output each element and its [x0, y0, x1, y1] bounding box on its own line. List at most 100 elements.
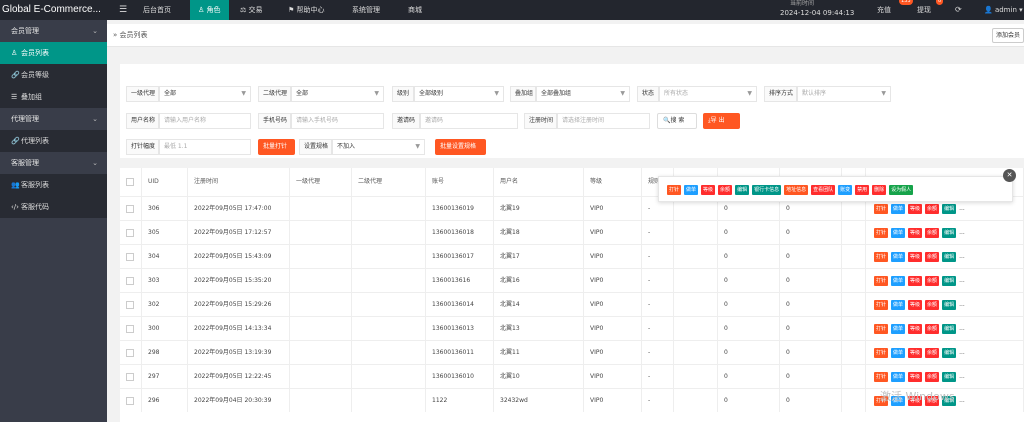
topnav-item-0[interactable]: 后台首页	[135, 0, 179, 20]
row-action-button[interactable]: 等级	[908, 299, 923, 310]
sidebar-item-1-0[interactable]: 🔗代理列表	[0, 130, 107, 152]
sidebar-item-0-0[interactable]: ♙ 会员列表	[0, 42, 107, 64]
row-action-button[interactable]: 打针	[874, 275, 889, 286]
more-actions-icon[interactable]: ...	[959, 205, 965, 212]
sidebar-group-2[interactable]: 客服管理 ⌄	[0, 152, 107, 174]
row-action-button[interactable]: 等级	[908, 227, 923, 238]
sidebar-item-0-2[interactable]: ☰ 叠加组	[0, 86, 107, 108]
level-select[interactable]: 全部级别 ▼	[414, 86, 504, 102]
row-action-button[interactable]: 余额	[925, 227, 940, 238]
row-action-button[interactable]: 编辑	[942, 275, 957, 286]
topnav-item-1[interactable]: ♙ 角色	[190, 0, 229, 20]
row-action-button[interactable]: 做单	[891, 227, 906, 238]
sort-select[interactable]: 默认排序 ▼	[797, 86, 891, 102]
row-action-button[interactable]: 等级	[908, 371, 923, 382]
agent1-select[interactable]: 全部 ▼	[159, 86, 251, 102]
popup-action-button[interactable]: 银行卡信息	[752, 185, 782, 195]
row-action-button[interactable]: 编辑	[942, 203, 957, 214]
row-action-button[interactable]: 编辑	[942, 227, 957, 238]
row-action-button[interactable]: 打针	[874, 371, 889, 382]
row-checkbox[interactable]	[126, 228, 134, 237]
row-action-button[interactable]: 等级	[908, 323, 923, 334]
popup-action-button[interactable]: 做单	[684, 185, 699, 195]
regtime-input[interactable]: 请选择注册时间	[557, 113, 650, 129]
row-checkbox[interactable]	[126, 348, 134, 357]
rule-select[interactable]: 不加入 ▼	[332, 139, 425, 155]
popup-action-button[interactable]: 等级	[701, 185, 716, 195]
row-action-button[interactable]: 打针	[874, 323, 889, 334]
sidebar-item-0-1[interactable]: 🔗会员等级	[0, 64, 107, 86]
sidebar-item-2-0[interactable]: 👥客服列表	[0, 174, 107, 196]
row-action-button[interactable]: 余额	[925, 251, 940, 262]
add-member-button[interactable]: 添加会员	[991, 28, 1024, 43]
row-action-button[interactable]: 做单	[891, 371, 906, 382]
batch-inject-button[interactable]: 批量打针	[258, 139, 295, 155]
row-action-button[interactable]: 编辑	[942, 371, 957, 382]
phone-input[interactable]: 请输入手机号码	[291, 113, 384, 129]
refresh-icon[interactable]: ⟳	[955, 0, 962, 20]
user-menu[interactable]: 👤 admin ▾	[984, 0, 1023, 20]
row-checkbox[interactable]	[126, 372, 134, 381]
more-actions-icon[interactable]: ...	[959, 397, 965, 404]
row-action-button[interactable]: 编辑	[942, 251, 957, 262]
topnav-item-4[interactable]: 系统管理	[344, 0, 388, 20]
row-action-button[interactable]: 等级	[908, 347, 923, 358]
popup-action-button[interactable]: 编辑	[735, 185, 750, 195]
sidebar-group-0[interactable]: 会员管理 ⌄	[0, 20, 107, 42]
recharge-link[interactable]: 充值 133	[877, 0, 913, 20]
row-action-button[interactable]: 余额	[925, 323, 940, 334]
select-all-checkbox[interactable]	[120, 168, 142, 196]
row-checkbox[interactable]	[126, 324, 134, 333]
popup-action-button[interactable]: 删除	[872, 185, 887, 195]
row-action-button[interactable]: 打针	[874, 251, 889, 262]
row-action-button[interactable]: 做单	[891, 203, 906, 214]
popup-action-button[interactable]: 账变	[838, 185, 853, 195]
popup-action-button[interactable]: 地址信息	[784, 185, 809, 195]
popup-action-button[interactable]: 余额	[718, 185, 733, 195]
row-action-button[interactable]: 等级	[908, 275, 923, 286]
row-action-button[interactable]: 打针	[874, 299, 889, 310]
more-actions-icon[interactable]: ...	[959, 253, 965, 260]
popup-action-button[interactable]: 查看团队	[811, 185, 836, 195]
more-actions-icon[interactable]: ...	[959, 325, 965, 332]
more-actions-icon[interactable]: ...	[959, 373, 965, 380]
menu-toggle-icon[interactable]: ☰	[113, 0, 133, 20]
row-action-button[interactable]: 做单	[891, 299, 906, 310]
topnav-item-3[interactable]: ⚑ 帮助中心	[280, 0, 333, 20]
row-action-button[interactable]: 等级	[908, 251, 923, 262]
agent2-select[interactable]: 全部 ▼	[291, 86, 384, 102]
more-actions-icon[interactable]: ...	[959, 301, 965, 308]
popup-action-button[interactable]: 禁用	[855, 185, 870, 195]
row-checkbox[interactable]	[126, 300, 134, 309]
row-action-button[interactable]: 做单	[891, 275, 906, 286]
status-select[interactable]: 所有状态 ▼	[659, 86, 757, 102]
more-actions-icon[interactable]: ...	[959, 229, 965, 236]
stack-select[interactable]: 全部叠加组 ▼	[536, 86, 630, 102]
checkbox[interactable]	[126, 177, 134, 186]
topnav-item-2[interactable]: ⚖ 交易	[232, 0, 271, 20]
batch-rule-button[interactable]: 批量设置规格	[435, 139, 486, 155]
row-action-button[interactable]: 余额	[925, 371, 940, 382]
export-button[interactable]: ⤓导 出	[703, 113, 740, 129]
row-action-button[interactable]: 做单	[891, 323, 906, 334]
row-action-button[interactable]: 打针	[874, 227, 889, 238]
popup-action-button[interactable]: 设为假人	[889, 185, 914, 195]
row-action-button[interactable]: 编辑	[942, 323, 957, 334]
more-actions-icon[interactable]: ...	[959, 277, 965, 284]
row-action-button[interactable]: 打针	[874, 347, 889, 358]
close-icon[interactable]: ✕	[1003, 169, 1016, 182]
row-action-button[interactable]: 余额	[925, 203, 940, 214]
search-button[interactable]: 🔍搜 索	[657, 113, 697, 129]
row-action-button[interactable]: 余额	[925, 347, 940, 358]
range-input[interactable]: 最低 1.1	[159, 139, 251, 155]
row-action-button[interactable]: 打针	[874, 203, 889, 214]
popup-action-button[interactable]: 打针	[667, 185, 682, 195]
row-checkbox[interactable]	[126, 252, 134, 261]
row-action-button[interactable]: 余额	[925, 275, 940, 286]
more-actions-icon[interactable]: ...	[959, 349, 965, 356]
row-action-button[interactable]: 编辑	[942, 299, 957, 310]
row-checkbox[interactable]	[126, 204, 134, 213]
row-action-button[interactable]: 编辑	[942, 347, 957, 358]
row-checkbox[interactable]	[126, 276, 134, 285]
row-action-button[interactable]: 等级	[908, 203, 923, 214]
